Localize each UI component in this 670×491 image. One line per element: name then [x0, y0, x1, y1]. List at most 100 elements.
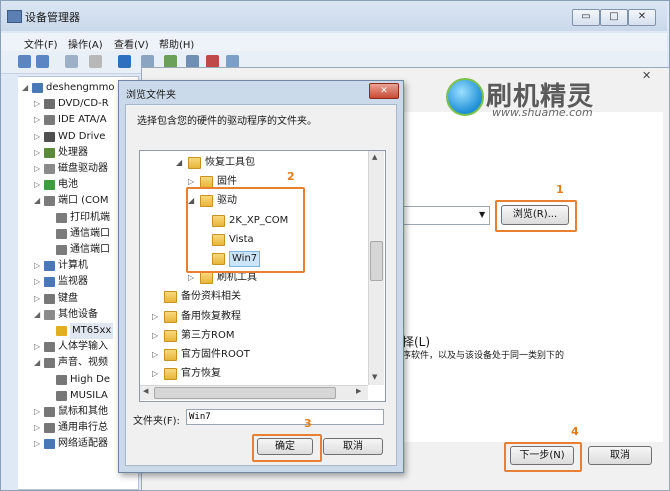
device-icon [56, 374, 67, 385]
tree-item-label: 端口 (COM [58, 195, 109, 207]
chevron-down-icon: ▼ [479, 210, 486, 219]
wizard-cancel-button[interactable]: 取消 [588, 446, 652, 465]
path-combobox[interactable]: ▼ [398, 206, 490, 225]
tree-item-label: 磁盘驱动器 [58, 163, 108, 174]
tree-item-label: High De [70, 373, 111, 385]
device-icon [44, 309, 55, 320]
next-button[interactable]: 下一步(N) [510, 446, 574, 465]
device-icon [44, 196, 55, 207]
browse-dialog-close-button[interactable]: ✕ [369, 83, 399, 99]
logo-url: www.shuame.com [492, 106, 593, 119]
device-icon [44, 407, 55, 417]
wizard-close-button[interactable]: ✕ [642, 69, 651, 82]
expand-arrow-icon[interactable]: ▷ [34, 112, 42, 128]
device-icon [56, 390, 67, 401]
expand-arrow-icon[interactable]: ▷ [152, 365, 158, 382]
horizontal-scrollbar-thumb[interactable] [154, 387, 336, 399]
scroll-left-icon[interactable]: ◀ [143, 387, 148, 395]
folder-icon [164, 291, 177, 304]
forward-icon[interactable] [36, 55, 49, 68]
back-icon[interactable] [18, 55, 31, 68]
option-description: 序软件，以及与该设备处于同一类别下的 [402, 351, 565, 361]
tree-item-label: 通信端口 [70, 227, 110, 239]
tree-item-label: 人体学输入 [58, 341, 108, 353]
tree-item-label: IDE ATA/A [58, 114, 107, 126]
tree-item-label: MUSILA [70, 389, 108, 401]
folder-tree-horizontal-scrollbar[interactable]: ◀ ▶ [140, 385, 368, 400]
device-icon [44, 293, 55, 304]
expand-arrow-icon[interactable]: ▷ [34, 145, 42, 161]
collapse-arrow-icon[interactable]: ◢ [22, 80, 30, 96]
expand-arrow-icon[interactable]: ▷ [34, 161, 42, 177]
folder-label-text: 官方恢复 [181, 368, 221, 380]
expand-arrow-icon[interactable]: ▷ [34, 436, 42, 452]
folder-label-text: 备份资料相关 [181, 291, 241, 303]
scroll-down-icon[interactable]: ▼ [372, 373, 377, 381]
folder-input[interactable] [186, 409, 384, 425]
maximize-button[interactable]: □ [600, 9, 628, 26]
menu-view[interactable]: 查看(V) [114, 36, 149, 51]
collapse-arrow-icon[interactable]: ◢ [176, 154, 182, 171]
tree-item-label: 处理器 [58, 146, 88, 158]
annotation-number-2: 2 [287, 170, 295, 183]
device-icon [44, 164, 55, 174]
folder-label-text: 备用恢复教程 [181, 310, 241, 322]
device-icon [44, 147, 55, 158]
tree-item-label: 计算机 [58, 260, 88, 272]
folder-label-text: 官方固件ROOT [181, 349, 250, 360]
device-icon [44, 115, 55, 126]
collapse-arrow-icon[interactable]: ◢ [34, 355, 42, 371]
tree-item-label: deshengmmo [46, 82, 115, 93]
device-icon [56, 212, 67, 223]
expand-arrow-icon[interactable]: ▷ [34, 339, 42, 355]
scroll-up-icon[interactable]: ▲ [372, 153, 377, 161]
expand-arrow-icon[interactable]: ▷ [34, 96, 42, 112]
expand-arrow-icon[interactable]: ▷ [34, 177, 42, 193]
ok-button[interactable]: 确定 [257, 438, 313, 455]
browse-cancel-button[interactable]: 取消 [323, 438, 383, 455]
annotation-number-1: 1 [556, 183, 564, 196]
expand-arrow-icon[interactable]: ▷ [34, 129, 42, 145]
device-icon [44, 423, 55, 434]
window-title: 设备管理器 [25, 11, 80, 24]
annotation-number-4: 4 [571, 425, 579, 438]
tree-item-label: DVD/CD-R [58, 98, 109, 110]
browse-button[interactable]: 浏览(R)... [501, 205, 569, 225]
expand-arrow-icon[interactable]: ▷ [34, 258, 42, 274]
minimize-button[interactable]: ▭ [572, 9, 600, 26]
show-hide-tree-icon[interactable] [65, 55, 78, 68]
expand-arrow-icon[interactable]: ▷ [34, 291, 42, 307]
device-icon [56, 245, 67, 255]
menu-file[interactable]: 文件(F) [24, 36, 58, 51]
folder-icon [164, 349, 177, 361]
expand-arrow-icon[interactable]: ▷ [34, 404, 42, 420]
device-icon [44, 180, 55, 191]
expand-arrow-icon[interactable]: ▷ [34, 274, 42, 290]
help-icon[interactable] [118, 55, 131, 68]
tree-item-label: 监视器 [58, 276, 88, 288]
properties-icon[interactable] [89, 55, 102, 68]
collapse-arrow-icon[interactable]: ◢ [34, 307, 42, 323]
expand-arrow-icon[interactable]: ▷ [34, 420, 42, 436]
expand-arrow-icon[interactable]: ▷ [152, 346, 158, 363]
browse-prompt: 选择包含您的硬件的驱动程序的文件夹。 [137, 116, 317, 127]
scrollbar-thumb[interactable] [370, 241, 383, 281]
folder-label-text: 第三方ROM [181, 329, 235, 341]
menu-action[interactable]: 操作(A) [68, 36, 103, 51]
expand-arrow-icon[interactable]: ▷ [152, 308, 158, 325]
device-icon [44, 358, 55, 369]
shuame-logo-icon [446, 78, 484, 116]
device-icon [44, 261, 55, 272]
folder-icon [164, 310, 177, 323]
tree-item-label: WD Drive [58, 130, 106, 142]
close-button[interactable]: ✕ [628, 9, 656, 26]
menu-help[interactable]: 帮助(H) [159, 36, 194, 51]
tree-item-label: 打印机端 [70, 211, 110, 223]
tree-item-label: 其他设备 [58, 308, 98, 320]
collapse-arrow-icon[interactable]: ◢ [34, 193, 42, 209]
title-bar: 设备管理器 ▭ □ ✕ [1, 1, 667, 31]
folder-tree-vertical-scrollbar[interactable]: ▲ ▼ [368, 151, 384, 385]
scroll-right-icon[interactable]: ▶ [356, 387, 361, 395]
device-icon [44, 131, 55, 142]
expand-arrow-icon[interactable]: ▷ [152, 327, 158, 344]
